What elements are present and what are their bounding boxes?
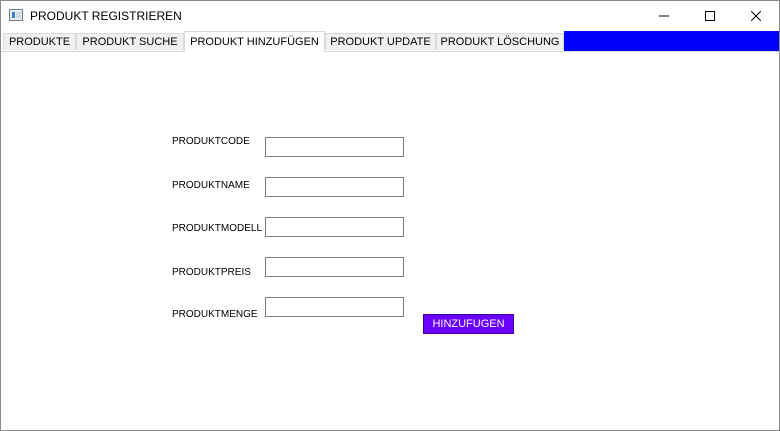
title-bar[interactable]: PRODUKT REGISTRIEREN [1, 1, 779, 31]
produktcode-input[interactable] [265, 137, 404, 157]
close-button[interactable] [733, 1, 779, 31]
close-icon [751, 11, 761, 21]
produktpreis-input[interactable] [265, 257, 404, 277]
tab-strip-fill [564, 31, 779, 51]
produktmodell-label: PRODUKTMODELL [172, 223, 263, 234]
produktpreis-label: PRODUKTPREIS [172, 267, 251, 278]
app-window: PRODUKT REGISTRIEREN PRODUKTE PRODUKT SU… [0, 0, 780, 431]
produktname-input[interactable] [265, 177, 404, 197]
app-window-icon [9, 9, 23, 21]
tab-produkt-loeschung[interactable]: PRODUKT LÖSCHUNG [436, 33, 564, 50]
tab-bar: PRODUKTE PRODUKT SUCHE PRODUKT HINZUFÜGE… [1, 31, 779, 52]
maximize-icon [705, 11, 715, 21]
minimize-button[interactable] [641, 1, 687, 31]
produktmenge-label: PRODUKTMENGE [172, 309, 258, 320]
produktmenge-input[interactable] [265, 297, 404, 317]
produktmodell-input[interactable] [265, 217, 404, 237]
tab-panel-produkt-hinzufuegen: PRODUKTCODE PRODUKTNAME PRODUKTMODELL PR… [1, 52, 779, 430]
hinzufugen-button[interactable]: HINZUFUGEN [423, 314, 514, 334]
window-title: PRODUKT REGISTRIEREN [30, 9, 182, 23]
tab-produkt-update[interactable]: PRODUKT UPDATE [325, 33, 436, 50]
minimize-icon [659, 15, 669, 17]
produktname-label: PRODUKTNAME [172, 180, 250, 191]
tab-produkte[interactable]: PRODUKTE [3, 33, 76, 50]
tab-produkt-hinzufuegen[interactable]: PRODUKT HINZUFÜGEN [184, 31, 325, 52]
tab-produkt-suche[interactable]: PRODUKT SUCHE [76, 33, 184, 50]
maximize-button[interactable] [687, 1, 733, 31]
produktcode-label: PRODUKTCODE [172, 136, 250, 147]
